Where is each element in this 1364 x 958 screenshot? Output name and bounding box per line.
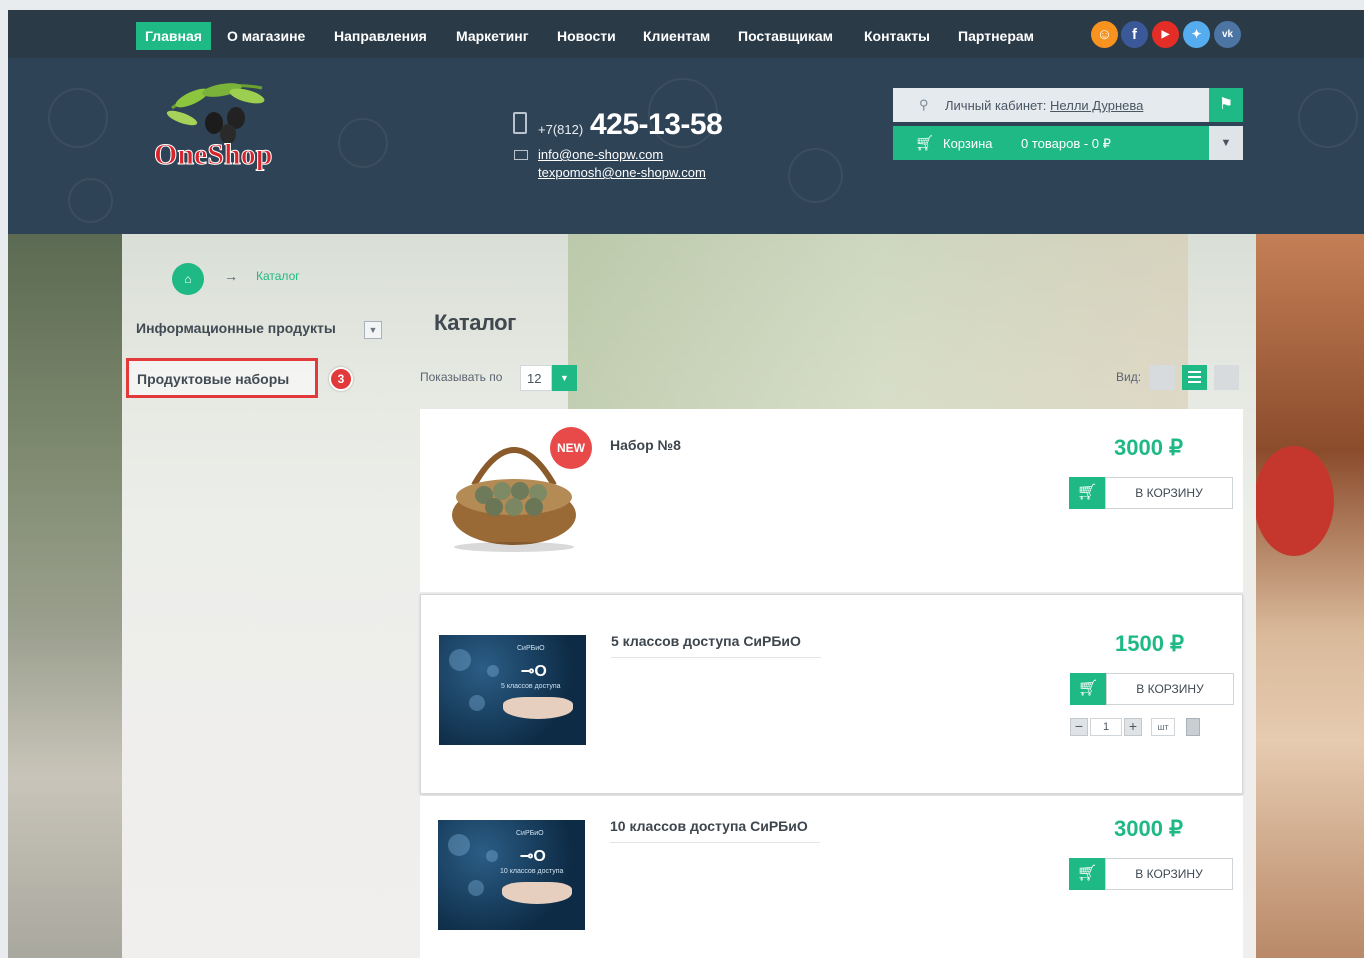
product-name[interactable]: 5 классов доступа СиРБиО <box>611 633 801 649</box>
product-price: 1500 ₽ <box>1115 631 1185 656</box>
odnoklassniki-icon[interactable]: ☺ <box>1091 21 1118 48</box>
sidebar-item-label: Продуктовые наборы <box>137 371 290 387</box>
product-name[interactable]: 10 классов доступа СиРБиО <box>610 818 808 834</box>
nav-item-about[interactable]: О магазине <box>227 22 305 50</box>
cabinet-bar[interactable]: ⚲ Личный кабинет: Нелли Дурнева ⚑ <box>893 88 1243 122</box>
sidebar-item-info-products[interactable]: Информационные продукты <box>136 320 336 336</box>
nav-item-clients[interactable]: Клиентам <box>643 22 710 50</box>
product-image[interactable]: СиРБиО ⊸O 5 классов доступа <box>439 635 586 745</box>
product-image-title: СиРБиО <box>517 645 545 652</box>
hand-graphic <box>503 697 573 719</box>
per-page-label: Показывать по <box>420 370 503 384</box>
email-link-info[interactable]: info@one-shopw.com <box>538 147 663 162</box>
cart-icon: 🛒︎ <box>915 135 935 152</box>
mail-icon <box>514 150 528 160</box>
nav-item-home[interactable]: Главная <box>136 22 211 50</box>
product-image-subtitle: 10 классов доступа <box>500 868 564 875</box>
divider <box>611 657 821 658</box>
product-price: 3000 ₽ <box>1114 435 1184 460</box>
product-name[interactable]: Набор №8 <box>610 437 681 453</box>
qty-input[interactable]: 1 <box>1090 718 1122 736</box>
cart-count: 0 товаров - 0 ₽ <box>1021 136 1111 151</box>
product-card: СиРБиО ⊸O 10 классов доступа 10 классов … <box>420 796 1243 958</box>
twitter-icon[interactable]: ✦ <box>1183 21 1210 48</box>
nav-item-contacts[interactable]: Контакты <box>864 22 930 50</box>
key-icon: ⊸O <box>521 663 547 680</box>
nav-item-suppliers[interactable]: Поставщикам <box>738 22 833 50</box>
cart-label: Корзина <box>943 136 993 151</box>
vk-icon[interactable]: vk <box>1214 21 1241 48</box>
step-marker: 3 <box>329 367 353 391</box>
site-header: OneShop +7(812) 425-13-58 info@one-shopw… <box>8 58 1364 234</box>
logo-text: OneShop <box>154 138 272 171</box>
background-photo-right <box>1256 234 1364 958</box>
add-to-cart-icon[interactable]: 🛒︎ <box>1070 673 1106 705</box>
product-card: СиРБиО ⊸O 5 классов доступа 5 классов до… <box>420 594 1243 794</box>
add-to-cart-icon[interactable]: 🛒︎ <box>1069 858 1105 890</box>
breadcrumb-arrow-icon: → <box>224 268 238 284</box>
product-image-subtitle: 5 классов доступа <box>501 683 561 690</box>
view-table-icon[interactable] <box>1214 365 1239 390</box>
nav-item-partners[interactable]: Партнерам <box>958 22 1034 50</box>
oneshop-logo[interactable]: OneShop <box>152 68 282 178</box>
view-list-icon[interactable] <box>1182 365 1207 390</box>
page: Главная О магазине Направления Маркетинг… <box>8 10 1364 958</box>
decor-circle <box>788 148 843 203</box>
sidebar-item-food-sets[interactable]: Продуктовые наборы <box>126 358 318 398</box>
cart-bar[interactable]: 🛒︎ Корзина 0 товаров - 0 ₽ ▼ <box>893 126 1243 160</box>
background-greens <box>568 234 1188 414</box>
decor-circle <box>338 118 388 168</box>
top-nav: Главная О магазине Направления Маркетинг… <box>8 10 1364 58</box>
home-icon[interactable]: ⌂ <box>172 263 204 295</box>
cabinet-user-link[interactable]: Нелли Дурнева <box>1050 98 1143 113</box>
new-badge: NEW <box>550 427 592 469</box>
page-title: Каталог <box>434 310 516 335</box>
facebook-icon[interactable]: f <box>1121 21 1148 48</box>
qty-unit-toggle[interactable] <box>1186 718 1200 736</box>
product-image-title: СиРБиО <box>516 830 544 837</box>
phone-prefix: +7(812) <box>538 122 584 137</box>
view-label: Вид: <box>1116 370 1142 384</box>
chevron-down-icon[interactable]: ▼ <box>552 365 577 391</box>
add-to-cart-button[interactable]: В КОРЗИНУ <box>1106 673 1234 705</box>
per-page-select[interactable]: 12 <box>520 365 552 391</box>
divider <box>610 842 820 843</box>
product-price: 3000 ₽ <box>1114 816 1184 841</box>
nav-item-news[interactable]: Новости <box>557 22 616 50</box>
chevron-down-icon[interactable]: ▼ <box>1209 126 1243 160</box>
background-photo-left <box>8 234 122 958</box>
view-grid-icon[interactable] <box>1150 365 1175 390</box>
product-image[interactable]: СиРБиО ⊸O 10 классов доступа <box>438 820 585 930</box>
logout-icon[interactable]: ⚑ <box>1209 88 1243 122</box>
qty-unit: шт <box>1151 718 1175 736</box>
add-to-cart-button[interactable]: В КОРЗИНУ <box>1105 858 1233 890</box>
key-icon: ⚲ <box>919 97 929 112</box>
nav-item-directions[interactable]: Направления <box>334 22 427 50</box>
breadcrumb-current: Каталог <box>256 269 300 283</box>
email-link-support[interactable]: texpomosh@one-shopw.com <box>538 165 706 180</box>
hand-graphic <box>502 882 572 904</box>
key-icon: ⊸O <box>520 848 546 865</box>
decor-circle <box>68 178 113 223</box>
youtube-icon[interactable]: ▶ <box>1152 21 1179 48</box>
background-tomato <box>1254 446 1334 556</box>
qty-minus-button[interactable]: − <box>1070 718 1088 736</box>
qty-plus-button[interactable]: + <box>1124 718 1142 736</box>
phone-number[interactable]: 425-13-58 <box>590 108 723 142</box>
add-to-cart-icon[interactable]: 🛒︎ <box>1069 477 1105 509</box>
cabinet-label: Личный кабинет: Нелли Дурнева <box>945 98 1144 113</box>
decor-circle <box>1298 88 1358 148</box>
nav-item-marketing[interactable]: Маркетинг <box>456 22 529 50</box>
phone-icon <box>513 112 527 134</box>
decor-circle <box>48 88 108 148</box>
chevron-down-icon[interactable]: ▼ <box>364 321 382 339</box>
product-card: NEW Набор №8 3000 ₽ 🛒︎ В КОРЗИНУ <box>420 409 1243 592</box>
add-to-cart-button[interactable]: В КОРЗИНУ <box>1105 477 1233 509</box>
